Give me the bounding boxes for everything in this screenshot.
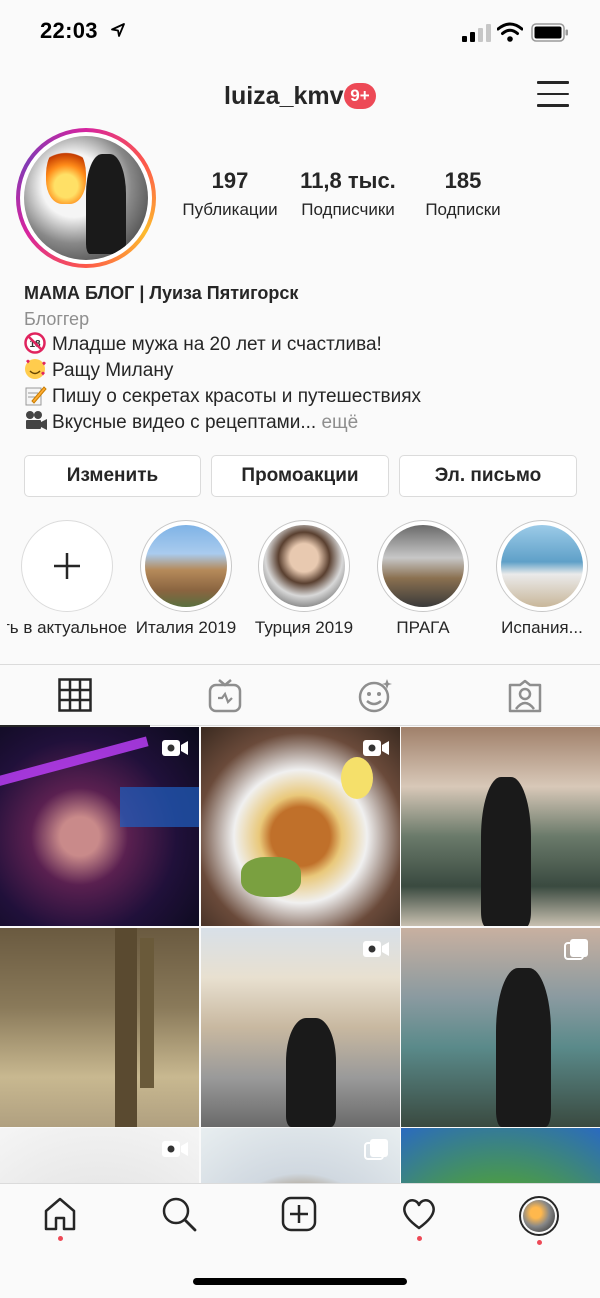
stat-followers[interactable]: 11,8 тыс. Подписчики [288,168,408,220]
video-icon [162,740,188,756]
tab-effects[interactable] [300,665,450,727]
posts-grid [0,727,600,1187]
profile-name: МАМА БЛОГ | Луиза Пятигорск [24,283,299,303]
profile-bio: МАМА БЛОГ | Луиза Пятигорск Блоггер 18 М… [24,280,584,436]
bio-text: Пишу о секретах красоты и путешествиях [52,386,422,407]
highlight-label: ПРАГА [396,618,450,637]
edit-profile-button[interactable]: Изменить [24,455,201,497]
profile-stats: 197 Публикации 11,8 тыс. Подписчики 185 … [170,168,530,228]
highlight-prague[interactable]: ПРАГА [363,520,483,638]
notification-dot [536,1240,542,1245]
highlight-label: Добавить в актуальное [7,618,127,637]
heart-icon [403,1199,435,1230]
nav-activity[interactable] [389,1196,449,1246]
story-highlights: Добавить в актуальное Италия 2019 Турция… [0,520,600,650]
plus-icon [54,553,80,579]
highlight-label: Италия 2019 [135,618,237,637]
smiling-face-with-hearts-icon [25,359,46,379]
video-icon [162,1141,188,1157]
highlight-new[interactable]: Добавить в актуальное [7,520,127,638]
bio-more-link[interactable]: ещё [321,412,358,433]
profile-tabs [0,664,600,727]
grid-post[interactable] [200,927,400,1127]
tab-tagged[interactable] [450,665,600,727]
battery-icon [531,23,568,42]
grid-post[interactable] [0,1128,199,1187]
grid-post[interactable] [200,727,400,926]
bio-line: Вкусные видео с рецептами... ещё [24,410,584,436]
username[interactable]: luiza_kmv [224,82,344,111]
profile-avatar-small [519,1196,559,1236]
promotions-button[interactable]: Промоакции [211,455,389,497]
highlight-spain[interactable]: Испания... [482,520,600,638]
grid-post[interactable] [200,1128,400,1187]
stat-following-label: Подписки [425,200,501,219]
grid-post[interactable] [401,1128,600,1187]
nav-profile[interactable] [509,1196,569,1246]
memo-pencil-icon [25,386,47,406]
stat-following[interactable]: 185 Подписки [408,168,518,220]
notification-dot [416,1236,422,1241]
add-post-icon [281,1196,317,1232]
status-bar: 22:03 [0,0,600,64]
stat-posts-label: Публикации [182,200,278,219]
stat-followers-label: Подписчики [301,200,395,219]
avatar-photo [24,136,148,260]
grid-post[interactable] [0,927,199,1127]
highlight-label: Испания... [501,618,583,637]
grid-icon [58,678,92,712]
grid-post[interactable] [401,927,600,1127]
grid-post[interactable] [0,727,199,926]
highlight-label: Турция 2019 [254,618,354,637]
profile-header: luiza_kmv 9+ [0,72,600,122]
bio-line: Ращу Милану [24,358,584,384]
tab-igtv[interactable] [150,665,300,727]
nav-search[interactable] [149,1196,209,1246]
hamburger-menu-icon[interactable] [537,81,569,109]
face-effects-icon [358,679,392,713]
search-icon [162,1197,197,1232]
bio-text: Ращу Милану [52,360,174,381]
profile-category: Блоггер [24,309,90,329]
igtv-icon [208,679,242,713]
grid-post[interactable] [401,727,600,926]
home-icon [44,1197,76,1231]
highlight-turkey[interactable]: Турция 2019 [244,520,364,638]
tab-grid[interactable] [0,665,150,727]
bio-text: Младше мужа на 20 лет и счастлива! [52,334,382,355]
status-time: 22:03 [40,18,98,43]
stat-following-value: 185 [444,168,482,193]
bio-line: 18 Младше мужа на 20 лет и счастлива! [24,332,584,358]
carousel-icon [564,938,588,960]
bottom-nav [0,1183,600,1298]
cellular-signal-icon [462,24,491,42]
location-arrow-icon [111,23,125,37]
no-under-18-icon: 18 [24,332,46,354]
highlight-italy[interactable]: Италия 2019 [126,520,246,638]
notification-badge[interactable]: 9+ [344,83,376,109]
carousel-icon [363,1139,388,1160]
notification-dot [57,1236,63,1241]
nav-home[interactable] [30,1196,90,1246]
movie-camera-icon [26,411,47,430]
wifi-icon [497,22,523,42]
profile-actions: Изменить Промоакции Эл. письмо [24,455,580,497]
bio-text: Вкусные видео с рецептами... [52,412,317,433]
stat-followers-value: 11,8 тыс. [300,168,396,193]
video-icon [362,740,389,756]
video-icon [362,940,389,957]
email-button[interactable]: Эл. письмо [399,455,577,497]
tagged-person-icon [508,679,542,713]
stat-posts[interactable]: 197 Публикации [170,168,290,220]
profile-avatar[interactable] [16,128,156,268]
nav-add-post[interactable] [269,1196,329,1246]
stat-posts-value: 197 [211,168,249,193]
bio-line: Пишу о секретах красоты и путешествиях [24,384,584,410]
home-indicator[interactable] [193,1278,407,1285]
